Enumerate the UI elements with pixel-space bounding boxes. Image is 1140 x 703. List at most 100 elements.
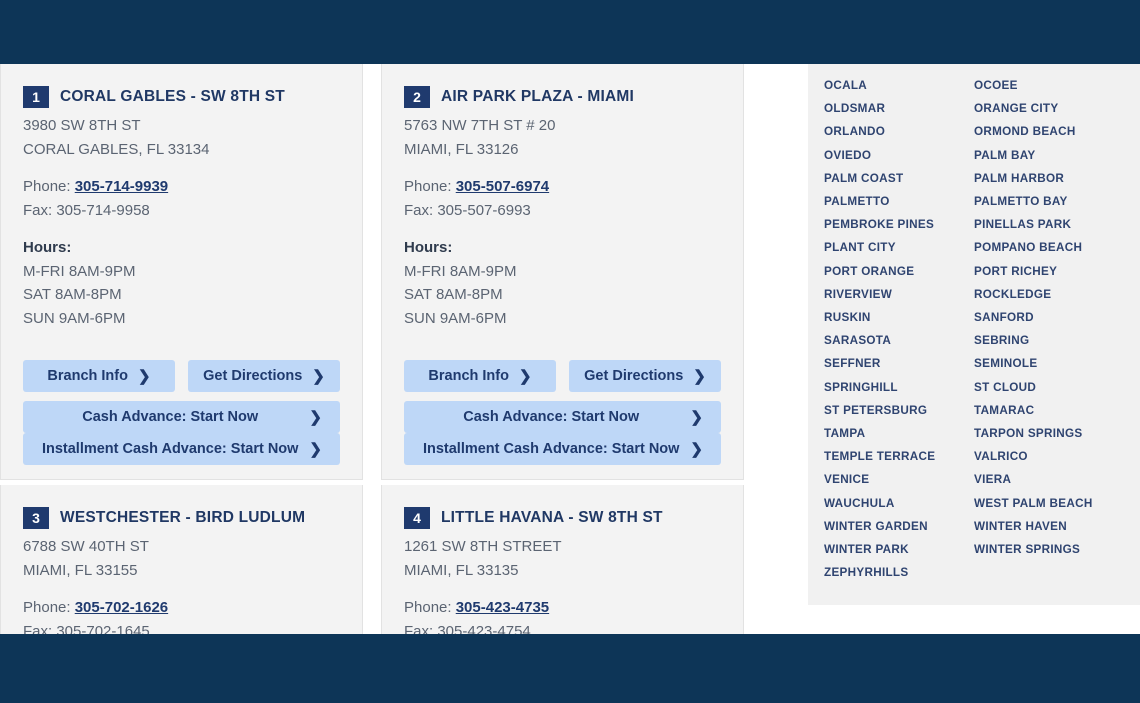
city-link[interactable]: OCALA	[824, 74, 974, 97]
city-link[interactable]: TAMPA	[824, 422, 974, 445]
fax-number: 305-423-4754	[437, 622, 531, 635]
chevron-right-icon: ❯	[309, 440, 322, 458]
city-link[interactable]: VALRICO	[974, 445, 1124, 468]
city-link[interactable]: PALM BAY	[974, 144, 1124, 167]
city-link[interactable]: SARASOTA	[824, 329, 974, 352]
cash-advance-button[interactable]: Cash Advance: Start Now ❯	[23, 401, 340, 433]
branch-phone-row: Phone: 305-702-1626	[23, 596, 340, 620]
city-link[interactable]: SEMINOLE	[974, 352, 1124, 375]
fax-label: Fax:	[23, 622, 57, 635]
city-link[interactable]: PALM HARBOR	[974, 167, 1124, 190]
city-link[interactable]: PALM COAST	[824, 167, 974, 190]
city-link[interactable]: WINTER GARDEN	[824, 515, 974, 538]
branch-phone-row: Phone: 305-423-4735	[404, 596, 721, 620]
get-directions-button[interactable]: Get Directions ❯	[188, 360, 340, 392]
branch-address-line-1: 5763 NW 7TH ST # 20	[404, 117, 556, 134]
branch-info-button[interactable]: Branch Info ❯	[404, 360, 556, 392]
chevron-right-icon: ❯	[690, 408, 703, 426]
hours-line: SAT 8AM-8PM	[23, 286, 122, 303]
city-link[interactable]: OCOEE	[974, 74, 1124, 97]
city-link[interactable]: ROCKLEDGE	[974, 283, 1124, 306]
branch-info-button[interactable]: Branch Info ❯	[23, 360, 175, 392]
phone-label: Phone:	[23, 178, 75, 195]
city-link[interactable]: WINTER PARK	[824, 538, 974, 561]
phone-label: Phone:	[23, 599, 75, 616]
city-link[interactable]: TEMPLE TERRACE	[824, 445, 974, 468]
city-link[interactable]: PINELLAS PARK	[974, 213, 1124, 236]
bottom-footer-bar	[0, 634, 1140, 703]
branch-card-header: 2 AIR PARK PLAZA - MIAMI	[404, 86, 721, 108]
branch-name: WESTCHESTER - BIRD LUDLUM	[60, 509, 306, 526]
branch-name: LITTLE HAVANA - SW 8TH ST	[441, 509, 663, 526]
branch-address-line-2: MIAMI, FL 33155	[23, 561, 138, 579]
city-link[interactable]: WINTER HAVEN	[974, 515, 1124, 538]
hours-line: M-FRI 8AM-9PM	[404, 262, 517, 280]
branch-address-line-1: 1261 SW 8TH STREET	[404, 538, 562, 555]
city-link[interactable]: PLANT CITY	[824, 236, 974, 259]
branch-fax-row: Fax: 305-714-9958	[23, 199, 340, 223]
branch-card-header: 3 WESTCHESTER - BIRD LUDLUM	[23, 507, 340, 529]
branch-actions: Branch Info ❯ Get Directions ❯ Cash Adva…	[23, 360, 340, 465]
hours-heading: Hours:	[404, 239, 453, 256]
city-link[interactable]: PEMBROKE PINES	[824, 213, 974, 236]
city-link[interactable]: RUSKIN	[824, 306, 974, 329]
phone-link[interactable]: 305-423-4735	[456, 599, 549, 616]
cash-advance-button[interactable]: Cash Advance: Start Now ❯	[404, 401, 721, 433]
get-directions-button[interactable]: Get Directions ❯	[569, 360, 721, 392]
branch-address-line-2: CORAL GABLES, FL 33134	[23, 140, 210, 158]
branch-fax-row: Fax: 305-507-6993	[404, 199, 721, 223]
city-link[interactable]: ORLANDO	[824, 120, 974, 143]
city-link[interactable]: PORT RICHEY	[974, 260, 1124, 283]
city-link[interactable]: ZEPHYRHILLS	[824, 561, 974, 584]
city-link[interactable]: OVIEDO	[824, 144, 974, 167]
city-link[interactable]: WINTER SPRINGS	[974, 538, 1124, 561]
city-link[interactable]: OLDSMAR	[824, 97, 974, 120]
installment-cash-advance-button[interactable]: Installment Cash Advance: Start Now ❯	[404, 433, 721, 465]
branch-card-row-1: 1 CORAL GABLES - SW 8TH ST 3980 SW 8TH S…	[0, 64, 760, 480]
page-content: 1 CORAL GABLES - SW 8TH ST 3980 SW 8TH S…	[0, 64, 1140, 634]
city-link[interactable]: VIERA	[974, 468, 1124, 491]
city-link[interactable]: RIVERVIEW	[824, 283, 974, 306]
branch-actions: Branch Info ❯ Get Directions ❯ Cash Adva…	[404, 360, 721, 465]
branch-card: 3 WESTCHESTER - BIRD LUDLUM 6788 SW 40TH…	[0, 485, 363, 634]
branch-card: 1 CORAL GABLES - SW 8TH ST 3980 SW 8TH S…	[0, 64, 363, 480]
city-link[interactable]: SPRINGHILL	[824, 376, 974, 399]
city-link[interactable]: SEBRING	[974, 329, 1124, 352]
get-directions-label: Get Directions	[203, 368, 303, 384]
chevron-right-icon: ❯	[309, 408, 322, 426]
city-link[interactable]: ORANGE CITY	[974, 97, 1124, 120]
branch-fax-row: Fax: 305-423-4754	[404, 620, 721, 635]
hours-heading: Hours:	[23, 239, 72, 256]
branch-address-line-1: 3980 SW 8TH ST	[23, 117, 141, 134]
phone-link[interactable]: 305-507-6974	[456, 178, 549, 195]
branch-phone-row: Phone: 305-714-9939	[23, 175, 340, 199]
city-link[interactable]: WEST PALM BEACH	[974, 492, 1124, 515]
city-link[interactable]: WAUCHULA	[824, 492, 974, 515]
fax-number: 305-714-9958	[56, 201, 150, 219]
fax-label: Fax:	[23, 201, 57, 219]
branch-number-badge: 4	[404, 507, 430, 529]
cash-advance-label: Cash Advance: Start Now	[463, 409, 640, 425]
city-link[interactable]: PALMETTO BAY	[974, 190, 1124, 213]
city-columns: OCALA OLDSMAR ORLANDO OVIEDO PALM COAST PALME…	[824, 74, 1140, 584]
phone-link[interactable]: 305-702-1626	[75, 599, 168, 616]
city-link[interactable]: PORT ORANGE	[824, 260, 974, 283]
fax-number: 305-507-6993	[437, 201, 531, 219]
installment-cash-advance-button[interactable]: Installment Cash Advance: Start Now ❯	[23, 433, 340, 465]
city-link[interactable]: SANFORD	[974, 306, 1124, 329]
branch-address-line-2: MIAMI, FL 33126	[404, 140, 519, 158]
get-directions-label: Get Directions	[584, 368, 684, 384]
city-link[interactable]: PALMETTO	[824, 190, 974, 213]
city-link[interactable]: ST PETERSBURG	[824, 399, 974, 422]
branch-number-badge: 2	[404, 86, 430, 108]
city-link[interactable]: TARPON SPRINGS	[974, 422, 1124, 445]
branch-name: CORAL GABLES - SW 8TH ST	[60, 88, 285, 105]
city-link[interactable]: SEFFNER	[824, 352, 974, 375]
city-link[interactable]: VENICE	[824, 468, 974, 491]
city-link[interactable]: ORMOND BEACH	[974, 120, 1124, 143]
city-link[interactable]: ST CLOUD	[974, 376, 1124, 399]
city-link[interactable]: POMPANO BEACH	[974, 236, 1124, 259]
phone-link[interactable]: 305-714-9939	[75, 178, 168, 195]
city-link[interactable]: TAMARAC	[974, 399, 1124, 422]
branch-phone-row: Phone: 305-507-6974	[404, 175, 721, 199]
